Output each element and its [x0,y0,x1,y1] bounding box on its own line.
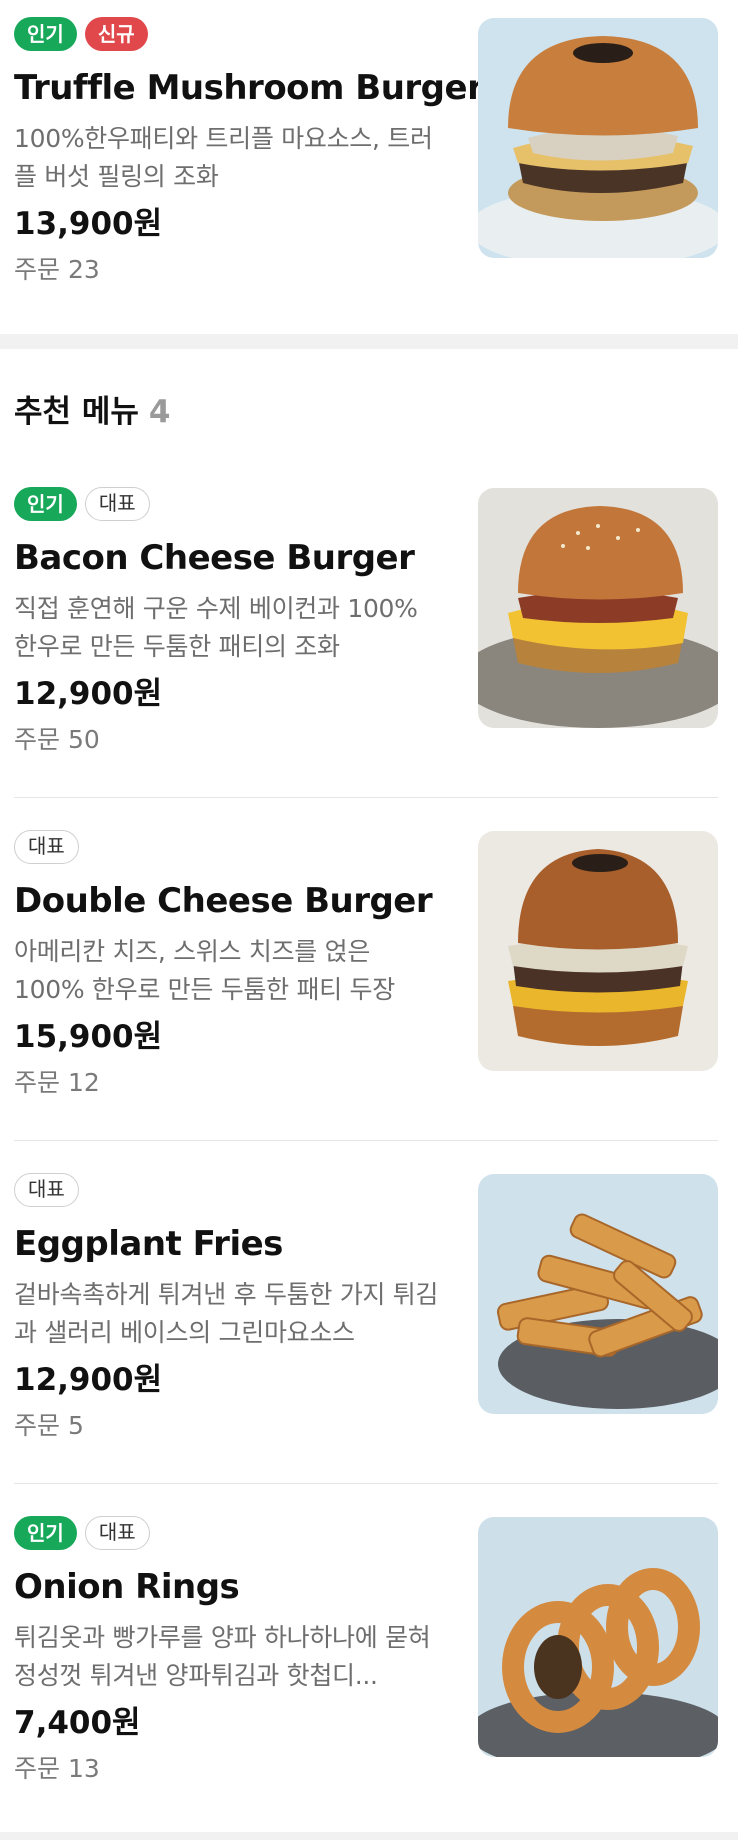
menu-item-text: 인기 대표 Bacon Cheese Burger 직접 훈연해 구운 수제 베… [14,486,444,758]
menu-item-name: Onion Rings [14,1567,240,1607]
menu-item-name: Bacon Cheese Burger [14,538,415,578]
badge-row: 대표 [14,1172,444,1208]
section-item-count: 4 [148,394,171,430]
signature-badge: 대표 [84,487,150,521]
signature-badge: 대표 [14,830,79,864]
popular-badge: 인기 [14,487,77,521]
badge-row: 대표 [14,829,444,865]
menu-item-price: 12,900원 [14,676,163,712]
menu-item-order-count: 주문 12 [14,1068,100,1097]
menu-item-description: 직접 훈연해 구운 수제 베이컨과 100% 한우로 만든 두툼한 패티의 조화 [14,594,418,661]
item-divider [14,1140,718,1141]
menu-item-name: Truffle Mushroom Burger [14,68,484,108]
menu-item-name: Double Cheese Burger [14,881,433,921]
item-divider [14,797,718,798]
badge-row: 인기 대표 [14,1515,444,1551]
menu-item-double-cheese-burger[interactable]: 대표 Double Cheese Burger 아메리칸 치즈, 스위스 치즈를… [0,829,738,1129]
burger-photo-icon[interactable] [478,488,718,728]
signature-badge: 대표 [14,1173,79,1207]
menu-item-onion-rings[interactable]: 인기 대표 Onion Rings 튀김옷과 빵가루를 양파 하나하나에 묻혀 … [0,1515,738,1815]
burger-photo-icon[interactable] [478,831,718,1071]
menu-item-text: 인기 신규 Truffle Mushroom Burger 100%한우패티와 … [14,16,484,288]
badge-row: 인기 신규 [14,16,444,52]
fries-photo-icon[interactable] [478,1174,718,1414]
section-title-text: 추천 메뉴 [14,394,139,430]
menu-item-description: 겉바속촉하게 튀겨낸 후 두툼한 가지 튀김과 샐러리 베이스의 그린마요소스 [14,1280,439,1347]
menu-item-eggplant-fries[interactable]: 대표 Eggplant Fries 겉바속촉하게 튀겨낸 후 두툼한 가지 튀김… [0,1172,738,1472]
burger-photo-icon[interactable] [478,18,718,258]
menu-item-order-count: 주문 13 [14,1754,100,1783]
popular-badge: 인기 [14,1516,77,1550]
menu-item-price: 15,900원 [14,1019,163,1055]
item-divider [14,1483,718,1484]
menu-item-price: 13,900원 [14,206,163,242]
menu-item-description: 아메리칸 치즈, 스위스 치즈를 얹은 100% 한우로 만든 두툼한 패티 두… [14,937,395,1004]
onion-rings-photo-icon[interactable] [478,1517,718,1757]
section-divider [0,334,738,349]
menu-item-bacon-cheese-burger[interactable]: 인기 대표 Bacon Cheese Burger 직접 훈연해 구운 수제 베… [0,486,738,786]
menu-item-order-count: 주문 23 [14,255,100,284]
menu-item-truffle-mushroom-burger[interactable]: 인기 신규 Truffle Mushroom Burger 100%한우패티와 … [0,16,738,316]
section-divider [0,1832,738,1840]
badge-row: 인기 대표 [14,486,444,522]
menu-item-price: 7,400원 [14,1705,141,1741]
menu-item-order-count: 주문 5 [14,1411,84,1440]
signature-badge: 대표 [84,1516,150,1550]
menu-item-description: 100%한우패티와 트리플 마요소스, 트러플 버섯 필링의 조화 [14,124,433,191]
menu-item-text: 인기 대표 Onion Rings 튀김옷과 빵가루를 양파 하나하나에 묻혀 … [14,1515,444,1787]
popular-badge: 인기 [14,17,77,51]
menu-item-price: 12,900원 [14,1362,163,1398]
menu-item-text: 대표 Eggplant Fries 겉바속촉하게 튀겨낸 후 두툼한 가지 튀김… [14,1172,444,1444]
new-badge: 신규 [84,17,148,51]
menu-item-name: Eggplant Fries [14,1224,283,1264]
menu-item-text: 대표 Double Cheese Burger 아메리칸 치즈, 스위스 치즈를… [14,829,444,1101]
section-title: 추천 메뉴 4 [14,388,170,436]
menu-item-description: 튀김옷과 빵가루를 양파 하나하나에 묻혀 정성껏 튀겨낸 양파튀김과 핫첩디.… [14,1623,431,1690]
menu-item-order-count: 주문 50 [14,725,100,754]
